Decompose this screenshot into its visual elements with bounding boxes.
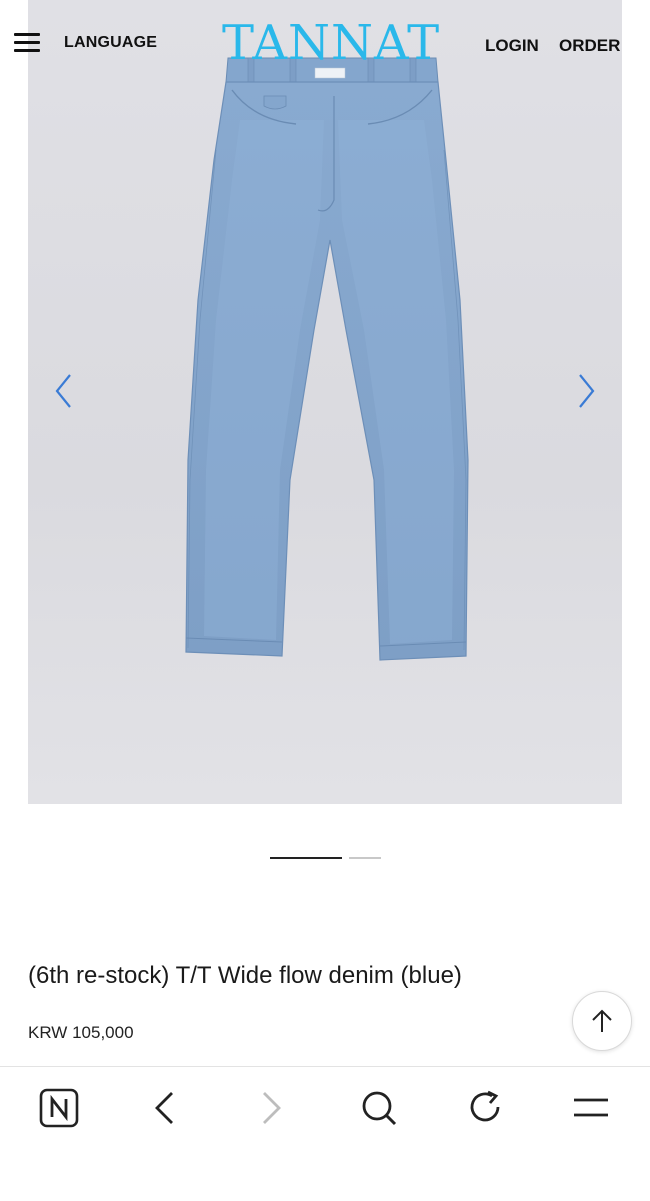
naver-home-icon: [39, 1088, 79, 1128]
language-link[interactable]: LANGUAGE: [64, 34, 157, 52]
login-link[interactable]: LOGIN: [485, 36, 539, 56]
product-image[interactable]: [28, 0, 622, 804]
browser-toolbar: [0, 1066, 650, 1201]
denim-jeans-illustration: [185, 57, 469, 661]
slide-indicator-active[interactable]: [270, 857, 342, 859]
scroll-top-button[interactable]: [572, 991, 632, 1051]
hamburger-menu-icon[interactable]: [14, 33, 40, 57]
chevron-right-icon: [579, 374, 595, 408]
forward-button[interactable]: [252, 1087, 296, 1131]
search-icon: [362, 1091, 397, 1126]
order-link[interactable]: ORDER: [559, 36, 620, 56]
slide-indicator-inactive[interactable]: [349, 857, 381, 859]
back-icon: [155, 1092, 173, 1124]
reload-icon: [470, 1090, 500, 1122]
brand-logo[interactable]: TANNAT: [222, 16, 439, 70]
product-price: KRW 105,000: [28, 1023, 134, 1042]
gallery-next-button[interactable]: [574, 372, 598, 410]
back-button[interactable]: [146, 1087, 190, 1131]
naver-home-button[interactable]: [38, 1087, 82, 1131]
hamburger-line: [14, 33, 40, 36]
forward-icon: [263, 1092, 281, 1124]
arrow-up-icon: [592, 1009, 612, 1032]
menu-icon: [574, 1098, 608, 1117]
gallery-prev-button[interactable]: [52, 372, 76, 410]
search-button[interactable]: [358, 1087, 402, 1131]
reload-button[interactable]: [464, 1087, 508, 1131]
product-title: (6th re-stock) T/T Wide flow denim (blue…: [28, 962, 462, 989]
hamburger-line: [14, 41, 40, 44]
browser-menu-button[interactable]: [570, 1087, 614, 1131]
chevron-left-icon: [55, 374, 71, 408]
hamburger-line: [14, 49, 40, 52]
